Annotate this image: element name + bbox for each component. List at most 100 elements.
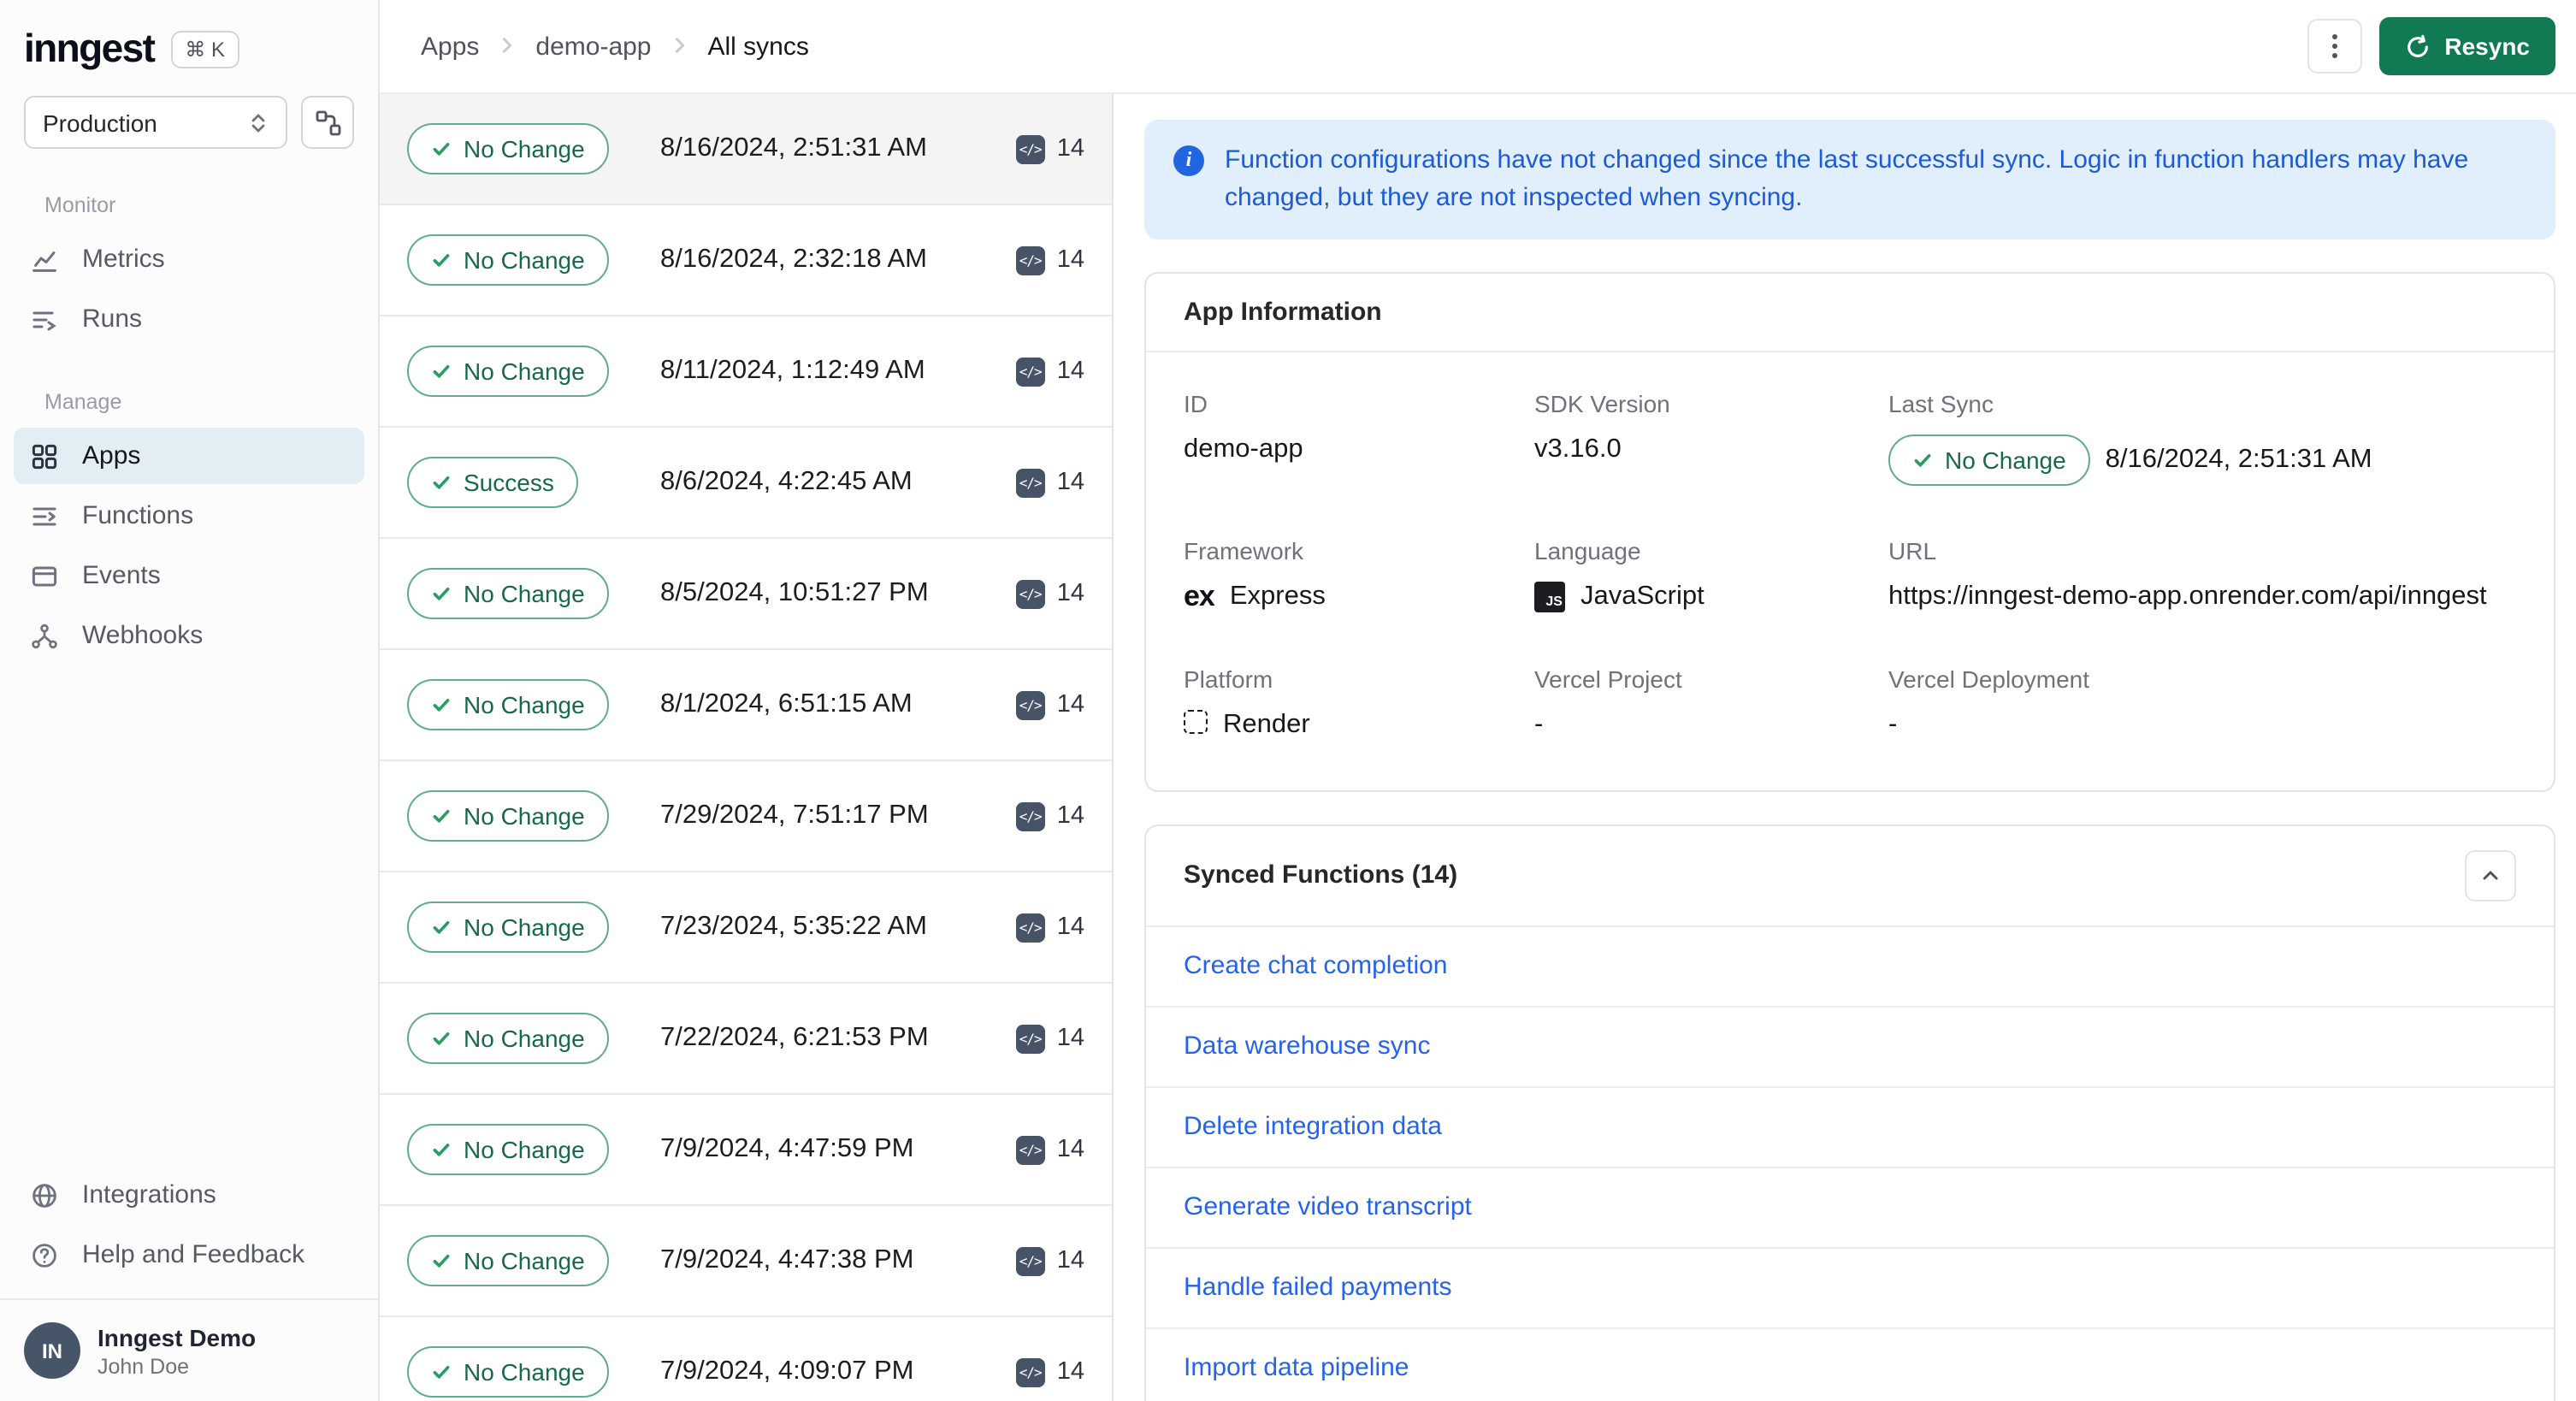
check-icon xyxy=(433,254,450,267)
sync-timestamp: 7/22/2024, 6:21:53 PM xyxy=(660,1023,929,1052)
function-row-handle-failed-payments[interactable]: Handle failed payments xyxy=(1146,1248,2554,1328)
sidebar-item-events[interactable]: Events xyxy=(14,547,364,604)
sync-status: No Change xyxy=(407,790,640,842)
field-value: - xyxy=(1534,709,1888,740)
chevron-right-icon xyxy=(671,32,689,61)
more-options-button[interactable] xyxy=(2307,19,2363,74)
sidebar-item-label: Runs xyxy=(82,304,143,334)
environments-icon xyxy=(314,109,341,136)
field-value: ex Express xyxy=(1184,581,1534,613)
sync-row[interactable]: No Change 8/16/2024, 2:51:31 AM </> 14 xyxy=(380,94,1112,205)
app-info-field-id: ID demo-app xyxy=(1184,389,1534,485)
app-info-field-url: URL https://inngest-demo-app.onrender.com… xyxy=(1888,536,2516,613)
function-row-delete-integration-data[interactable]: Delete integration data xyxy=(1146,1087,2554,1168)
function-link[interactable]: Create chat completion xyxy=(1184,950,1448,979)
status-badge: Success xyxy=(407,457,578,508)
status-badge: No Change xyxy=(407,1124,609,1175)
inngest-logo[interactable]: inngest xyxy=(24,26,156,72)
function-row-data-warehouse-sync[interactable]: Data warehouse sync xyxy=(1146,1007,2554,1087)
events-icon xyxy=(31,562,58,589)
collapse-button[interactable] xyxy=(2465,849,2516,901)
sync-status: No Change xyxy=(407,1346,640,1398)
field-label: Language xyxy=(1534,536,1641,564)
environment-selector[interactable]: Production xyxy=(24,96,287,149)
info-icon: i xyxy=(1173,145,1204,176)
sync-timestamp: 7/9/2024, 4:47:38 PM xyxy=(660,1245,914,1274)
sync-function-count-value: 14 xyxy=(1056,246,1084,274)
function-row-import-data-pipeline[interactable]: Import data pipeline xyxy=(1146,1328,2554,1401)
sync-function-count: </> 14 xyxy=(1015,468,1084,497)
sync-timestamp: 7/9/2024, 4:09:07 PM xyxy=(660,1357,914,1386)
field-value-text: v3.16.0 xyxy=(1534,434,1622,463)
resync-button[interactable]: Resync xyxy=(2379,17,2555,75)
breadcrumb-item-demo-app[interactable]: demo-app xyxy=(535,32,651,61)
status-badge: No Change xyxy=(407,901,609,953)
sidebar-item-apps[interactable]: Apps xyxy=(14,428,364,484)
sync-function-count-value: 14 xyxy=(1056,135,1084,163)
app-info-field-vercel-deployment: Vercel Deployment - xyxy=(1888,665,2516,742)
synced-functions-card: Synced Functions (14) Create chat comple… xyxy=(1144,824,2555,1401)
sync-row[interactable]: No Change 8/16/2024, 2:32:18 AM </> 14 xyxy=(380,205,1112,316)
function-link[interactable]: Handle failed payments xyxy=(1184,1272,1452,1301)
field-value: v3.16.0 xyxy=(1534,434,1888,464)
sync-function-count-value: 14 xyxy=(1056,913,1084,941)
sidebar: inngest ⌘ K Production Monitor Metrics Run… xyxy=(0,0,380,1401)
command-k-shortcut[interactable]: ⌘ K xyxy=(171,30,239,68)
chevron-up-icon xyxy=(2480,865,2501,885)
status-badge-label: No Change xyxy=(464,802,585,830)
function-link[interactable]: Generate video transcript xyxy=(1184,1191,1472,1221)
environment-settings-button[interactable] xyxy=(301,96,354,149)
field-value: No Change 8/16/2024, 2:51:31 AM xyxy=(1888,434,2516,485)
status-badge-label: Success xyxy=(464,469,554,496)
sync-function-count-value: 14 xyxy=(1056,580,1084,607)
sync-status: No Change xyxy=(407,234,640,286)
field-label: Vercel Deployment xyxy=(1888,665,2090,692)
status-badge-label: No Change xyxy=(464,580,585,607)
status-badge: No Change xyxy=(407,346,609,397)
sidebar-item-metrics[interactable]: Metrics xyxy=(14,231,364,287)
function-link[interactable]: Data warehouse sync xyxy=(1184,1031,1431,1060)
sidebar-item-label: Events xyxy=(82,561,161,590)
user-profile[interactable]: IN Inngest Demo John Doe xyxy=(0,1298,378,1401)
check-icon xyxy=(433,921,450,934)
sidebar-item-integrations[interactable]: Integrations xyxy=(14,1167,364,1223)
field-value-text: 8/16/2024, 2:51:31 AM xyxy=(2105,444,2372,473)
status-badge-label: No Change xyxy=(464,691,585,718)
sync-row[interactable]: No Change 7/9/2024, 4:47:59 PM </> 14 xyxy=(380,1095,1112,1206)
function-link[interactable]: Import data pipeline xyxy=(1184,1352,1409,1381)
check-icon xyxy=(433,476,450,489)
sync-row[interactable]: No Change 8/1/2024, 6:51:15 AM </> 14 xyxy=(380,650,1112,761)
sync-function-count-value: 14 xyxy=(1056,469,1084,496)
sidebar-item-help-and-feedback[interactable]: Help and Feedback xyxy=(14,1227,364,1283)
sync-row[interactable]: No Change 7/9/2024, 4:47:38 PM </> 14 xyxy=(380,1206,1112,1317)
app-information-header: App Information xyxy=(1146,273,2554,352)
sync-row[interactable]: Success 8/6/2024, 4:22:45 AM </> 14 xyxy=(380,428,1112,539)
function-row-create-chat-completion[interactable]: Create chat completion xyxy=(1146,926,2554,1007)
field-label: Platform xyxy=(1184,665,1273,692)
sync-status: No Change xyxy=(407,1235,640,1286)
sync-row[interactable]: No Change 7/22/2024, 6:21:53 PM </> 14 xyxy=(380,984,1112,1095)
field-value-text: https://inngest-demo-app.onrender.com/ap… xyxy=(1888,581,2487,610)
sidebar-item-runs[interactable]: Runs xyxy=(14,291,364,347)
details-panel: i Function configurations have not chang… xyxy=(1114,94,2576,1401)
sidebar-item-webhooks[interactable]: Webhooks xyxy=(14,607,364,664)
breadcrumb: Apps demo-app All syncs xyxy=(421,32,809,61)
status-badge-label: No Change xyxy=(464,135,585,163)
sync-row[interactable]: No Change 8/5/2024, 10:51:27 PM </> 14 xyxy=(380,539,1112,650)
integrations-icon xyxy=(31,1181,58,1209)
app-info-field-vercel-project: Vercel Project - xyxy=(1534,665,1888,742)
status-badge: No Change xyxy=(407,790,609,842)
status-badge: No Change xyxy=(1888,434,2090,485)
sync-row[interactable]: No Change 7/9/2024, 4:09:07 PM </> 14 xyxy=(380,1317,1112,1401)
sync-row[interactable]: No Change 7/29/2024, 7:51:17 PM </> 14 xyxy=(380,761,1112,872)
sync-row[interactable]: No Change 8/11/2024, 1:12:49 AM </> 14 xyxy=(380,316,1112,428)
express-icon: ex xyxy=(1184,579,1215,612)
sidebar-item-functions[interactable]: Functions xyxy=(14,488,364,544)
function-link[interactable]: Delete integration data xyxy=(1184,1111,1442,1140)
function-row-generate-video-transcript[interactable]: Generate video transcript xyxy=(1146,1168,2554,1248)
sync-function-count: </> 14 xyxy=(1015,1357,1084,1386)
chevron-right-icon xyxy=(498,32,517,61)
sidebar-item-label: Webhooks xyxy=(82,621,204,650)
breadcrumb-item-apps[interactable]: Apps xyxy=(421,32,479,61)
sync-row[interactable]: No Change 7/23/2024, 5:35:22 AM </> 14 xyxy=(380,872,1112,984)
